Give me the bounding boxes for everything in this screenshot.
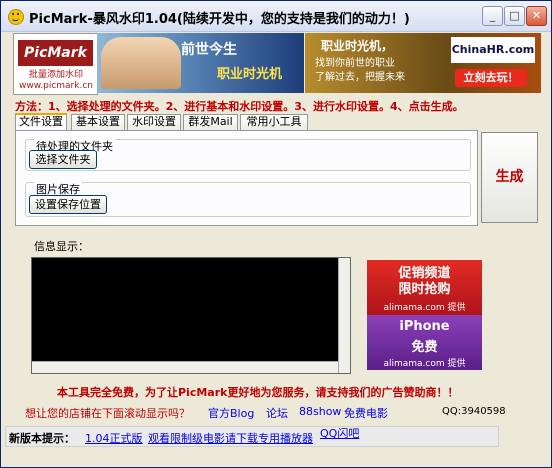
new-version-label: 新版本提示： bbox=[9, 432, 75, 445]
instructions-text: 方法：1、选择处理的文件夹。2、进行基本和水印设置。3、进行水印设置。4、点击生… bbox=[15, 100, 464, 113]
ad-right-headline: 职业时光机， bbox=[321, 39, 394, 53]
tab-watermark-settings[interactable]: 水印设置 bbox=[127, 114, 181, 130]
ad-left-subline: 职业时光机 bbox=[217, 67, 283, 82]
close-button[interactable]: ✕ bbox=[526, 6, 547, 26]
picmark-logo[interactable]: PicMark 批量添加水印 www.picmark.cn bbox=[13, 33, 98, 95]
file-settings-panel: 待处理的文件夹 选择文件夹 图片保存 设置保存位置 bbox=[15, 130, 478, 226]
side-ad[interactable]: 促销频道 限时抢购 alimama.com 提供 iPhone 免费 alima… bbox=[367, 260, 482, 370]
logo-wordmark: PicMark bbox=[18, 40, 93, 66]
ad-right-line2: 找到你前世的职业 bbox=[315, 58, 395, 69]
title-bar[interactable]: PicMark-暴风水印1.04(陆续开发中，您的支持是我们的动力！) _ □ … bbox=[1, 1, 551, 32]
tab-file-settings[interactable]: 文件设置 bbox=[15, 113, 67, 131]
generate-button[interactable]: 生成 bbox=[481, 132, 538, 223]
set-save-location-button[interactable]: 设置保存位置 bbox=[29, 195, 107, 214]
console-horizontal-scrollbar[interactable] bbox=[32, 361, 338, 373]
free-movie-link[interactable]: 免费电影 bbox=[344, 405, 388, 421]
blog-link[interactable]: 官方Blog bbox=[208, 405, 254, 421]
qq-number: QQ:3940598 bbox=[442, 406, 506, 417]
free-notice: 本工具完全免费，为了让PicMark更好地为您服务，请支持我们的广告赞助商！！ bbox=[57, 386, 459, 399]
ad-banner-right[interactable]: 职业时光机， 找到你前世的职业 了解过去，把握未来 ChinaHR.com 立刻… bbox=[305, 33, 541, 93]
qq-flash-link[interactable]: QQ闪吧 bbox=[320, 425, 359, 441]
source-folder-group: 待处理的文件夹 选择文件夹 bbox=[25, 138, 471, 171]
cartoon-faces-image bbox=[101, 37, 181, 89]
minimize-button[interactable]: _ bbox=[482, 6, 503, 26]
logo-slogan: 批量添加水印 www.picmark.cn bbox=[19, 70, 93, 91]
ad-play-now-button[interactable]: 立刻去玩！ bbox=[455, 69, 527, 87]
forum-link[interactable]: 论坛 bbox=[266, 405, 288, 421]
tab-tools[interactable]: 常用小工具 bbox=[240, 114, 308, 130]
window-title: PicMark-暴风水印1.04(陆续开发中，您的支持是我们的动力！) bbox=[29, 12, 410, 27]
tab-mass-mail[interactable]: 群发Mail bbox=[183, 114, 238, 130]
tab-basic-settings[interactable]: 基本设置 bbox=[71, 114, 125, 130]
save-group: 图片保存 设置保存位置 bbox=[25, 181, 471, 217]
smiley-app-icon bbox=[8, 9, 24, 25]
chinahr-logo: ChinaHR.com bbox=[451, 37, 535, 63]
info-display-label: 信息显示： bbox=[34, 240, 89, 253]
console-vertical-scrollbar[interactable] bbox=[338, 258, 350, 373]
info-console[interactable] bbox=[31, 257, 351, 374]
scroll-ad-link[interactable]: 想让您的店铺在下面滚动显示吗？ bbox=[25, 405, 190, 421]
88show-link[interactable]: 88show bbox=[299, 405, 341, 418]
status-bar: 新版本提示： 1.04正式版 观看限制级电影请下载专用播放器 QQ闪吧 bbox=[5, 426, 499, 447]
choose-folder-button[interactable]: 选择文件夹 bbox=[29, 150, 97, 169]
maximize-button[interactable]: □ bbox=[504, 6, 525, 26]
ad-right-line3: 了解过去，把握未来 bbox=[315, 72, 405, 83]
app-window: PicMark-暴风水印1.04(陆续开发中，您的支持是我们的动力！) _ □ … bbox=[0, 0, 552, 468]
side-ad-promo[interactable]: 促销频道 限时抢购 alimama.com 提供 bbox=[367, 260, 482, 315]
player-download-link[interactable]: 观看限制级电影请下载专用播放器 bbox=[148, 430, 313, 446]
ad-banner-left[interactable]: 前世今生 职业时光机 bbox=[97, 33, 304, 93]
ad-left-headline: 前世今生 bbox=[181, 42, 237, 58]
side-ad-iphone[interactable]: iPhone 免费 alimama.com 提供 bbox=[367, 315, 482, 370]
version-link[interactable]: 1.04正式版 bbox=[85, 430, 143, 446]
